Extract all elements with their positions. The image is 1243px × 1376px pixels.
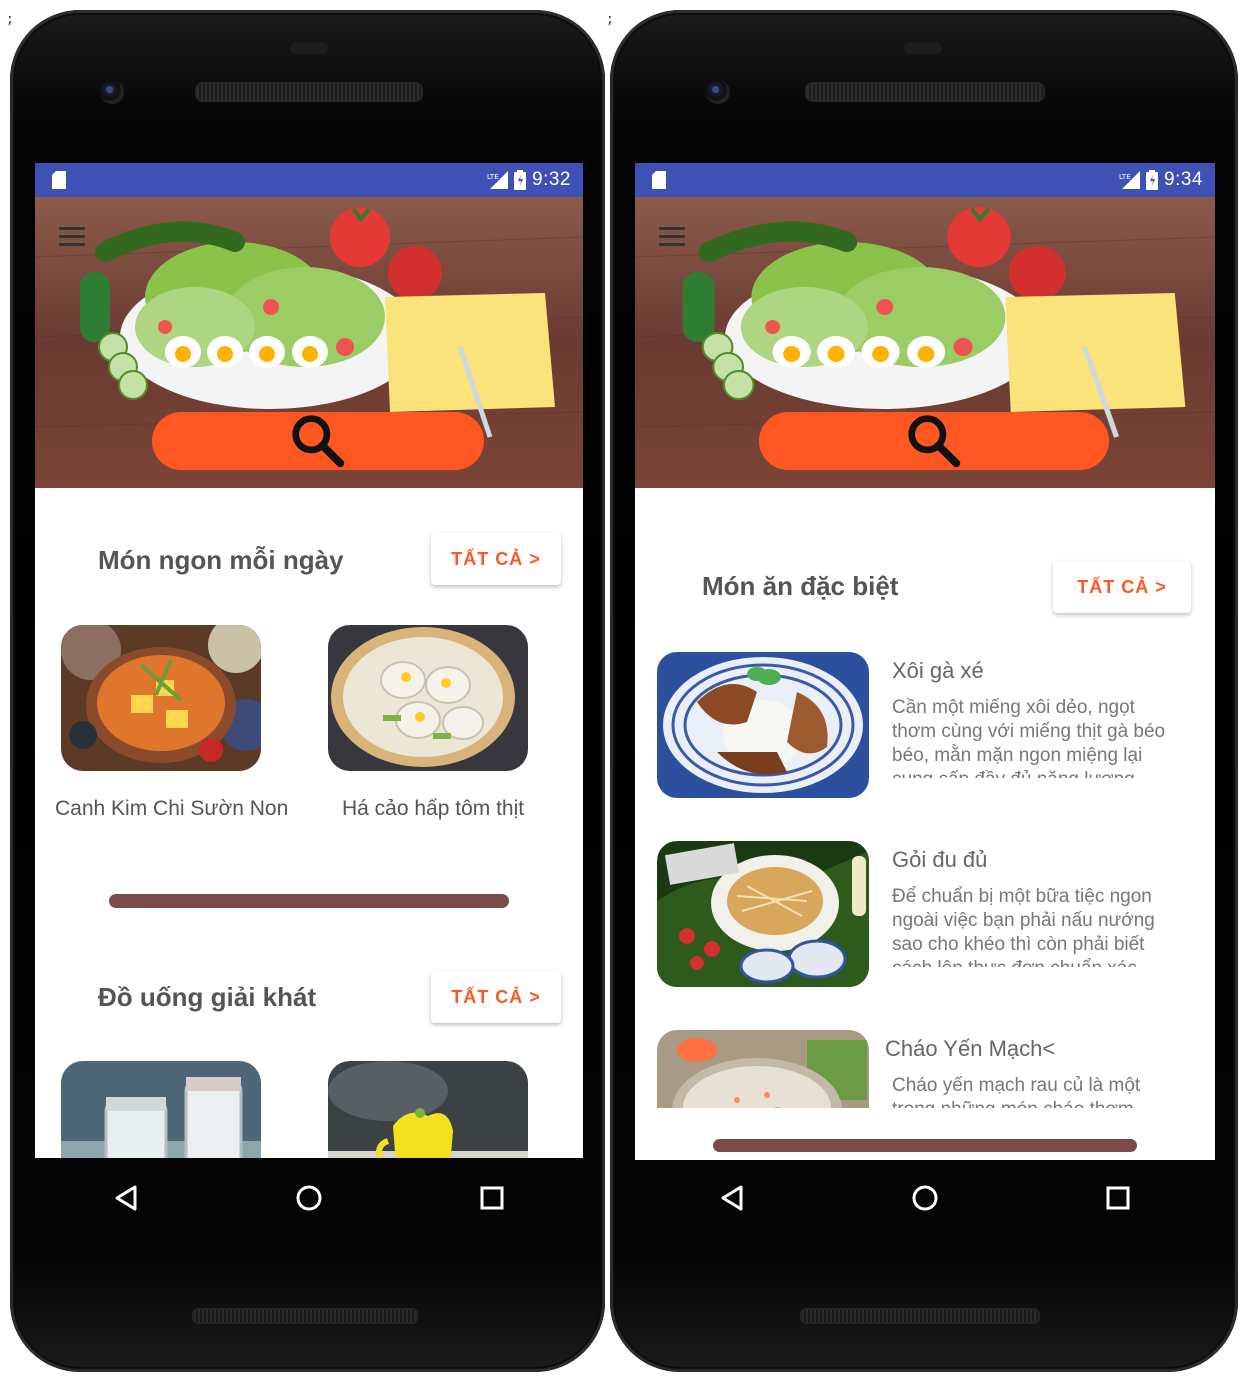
sd-card-icon xyxy=(52,171,66,189)
back-icon[interactable] xyxy=(106,1178,146,1218)
back-icon[interactable] xyxy=(712,1178,752,1218)
special-dish-item[interactable]: Xôi gà xé Cần một miếng xôi dẻo, ngọt th… xyxy=(657,652,1197,800)
recents-icon[interactable] xyxy=(1098,1178,1138,1218)
recents-icon[interactable] xyxy=(472,1178,512,1218)
corner-mark: ; xyxy=(6,12,14,27)
food-card[interactable]: Há cảo hấp tôm thịt xyxy=(328,625,528,821)
hamburger-menu-icon[interactable] xyxy=(59,227,85,247)
hero-banner xyxy=(35,197,583,488)
food-card[interactable]: Canh Kim Chi Sườn Non xyxy=(55,625,288,821)
section-title-daily: Món ngon mỗi ngày xyxy=(98,545,344,575)
dish-title: Xôi gà xé xyxy=(892,658,984,683)
sd-card-icon xyxy=(652,171,666,189)
hero-banner xyxy=(635,197,1215,488)
screen-left: LTE 9:32 Món ngon mỗi ngày TẤT CẢ > Canh… xyxy=(35,163,583,1158)
navigation-bar xyxy=(35,1158,583,1238)
dish-description: Cần một miếng xôi dẻo, ngọt thơm cùng vớ… xyxy=(892,697,1166,778)
lte-signal-icon: LTE xyxy=(487,171,509,189)
earpiece xyxy=(904,42,942,54)
special-dish-item[interactable]: Cháo Yến Mạch< Cháo yến mạch rau củ là m… xyxy=(657,1030,1197,1108)
bottom-speaker xyxy=(192,1308,418,1324)
food-card[interactable] xyxy=(328,1061,528,1158)
battery-icon xyxy=(514,170,527,190)
dish-title: Gỏi đu đủ xyxy=(892,847,988,872)
screen-right: LTE 9:34 Món ăn đặc biệt TẤT CẢ > Xôi gà… xyxy=(635,163,1215,1160)
search-icon xyxy=(908,415,961,468)
phone-frame-left: LTE 9:32 Món ngon mỗi ngày TẤT CẢ > Canh… xyxy=(10,10,605,1372)
lte-signal-icon: LTE xyxy=(1119,171,1141,189)
home-icon[interactable] xyxy=(905,1178,945,1218)
earpiece xyxy=(290,42,328,54)
status-time: 9:32 xyxy=(532,169,571,190)
top-speaker xyxy=(195,82,423,102)
food-name: Canh Kim Chi Sườn Non xyxy=(55,797,289,820)
status-bar: LTE 9:32 xyxy=(35,163,583,197)
battery-icon xyxy=(1146,170,1159,190)
scroll-indicator xyxy=(109,894,509,908)
navigation-bar xyxy=(635,1158,1215,1238)
phone-frame-right: LTE 9:34 Món ăn đặc biệt TẤT CẢ > Xôi gà… xyxy=(610,10,1238,1372)
search-icon xyxy=(292,415,345,468)
dish-description: Để chuẩn bị một bữa tiệc ngon ngoài việc… xyxy=(892,886,1155,967)
see-all-button[interactable]: TẤT CẢ > xyxy=(431,971,561,1023)
section-title-drinks: Đồ uống giải khát xyxy=(98,982,317,1012)
bottom-speaker xyxy=(800,1308,1040,1324)
section-title-special: Món ăn đặc biệt xyxy=(702,571,899,601)
oat-porridge-image xyxy=(657,1030,869,1108)
svg-text:LTE: LTE xyxy=(487,173,499,181)
kimchi-soup-image xyxy=(61,625,261,771)
sticky-rice-chicken-image xyxy=(657,652,869,798)
svg-text:LTE: LTE xyxy=(1119,173,1131,181)
status-bar: LTE 9:34 xyxy=(635,163,1215,197)
food-card[interactable] xyxy=(61,1061,261,1158)
front-camera xyxy=(706,80,730,104)
special-dish-item[interactable]: Gỏi đu đủ Để chuẩn bị một bữa tiệc ngon … xyxy=(657,841,1197,989)
search-bar[interactable] xyxy=(152,412,484,470)
food-name: Há cảo hấp tôm thịt xyxy=(342,797,525,820)
mango-drink-image xyxy=(328,1061,528,1158)
status-time: 9:34 xyxy=(1164,169,1203,190)
top-speaker xyxy=(805,82,1045,102)
front-camera xyxy=(100,80,124,104)
dish-description: Cháo yến mạch rau củ là một trong những … xyxy=(892,1075,1141,1108)
see-all-button[interactable]: TẤT CẢ > xyxy=(431,533,561,585)
drink-jars-image xyxy=(61,1061,261,1158)
scroll-indicator xyxy=(713,1139,1137,1152)
home-icon[interactable] xyxy=(289,1178,329,1218)
dumplings-image xyxy=(328,625,528,771)
see-all-button[interactable]: TẤT CẢ > xyxy=(1053,561,1191,613)
papaya-salad-image xyxy=(657,841,869,987)
hamburger-menu-icon[interactable] xyxy=(659,227,685,247)
search-bar[interactable] xyxy=(759,412,1109,470)
corner-mark: ; xyxy=(606,12,614,27)
dish-title: Cháo Yến Mạch< xyxy=(885,1036,1056,1061)
